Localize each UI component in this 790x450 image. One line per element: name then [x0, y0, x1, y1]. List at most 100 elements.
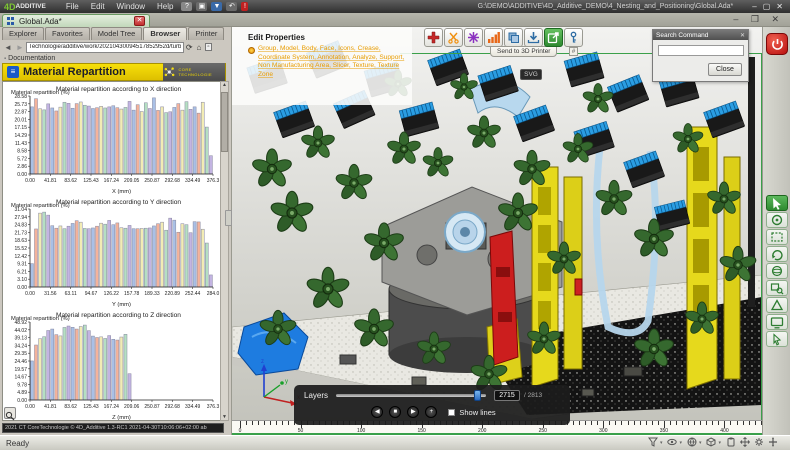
scroll-up-icon[interactable]: ▲: [221, 82, 228, 88]
save-icon[interactable]: ▼: [211, 2, 222, 11]
license-button[interactable]: [564, 28, 583, 47]
star-icon: [467, 31, 480, 44]
orbit-view-tool[interactable]: [766, 263, 788, 279]
screenshot-icon[interactable]: ▣: [196, 2, 207, 11]
zoom-window-tool-icon: [769, 281, 785, 296]
dropdown-caret-icon[interactable]: ▾: [679, 440, 682, 446]
svg-text:83.62: 83.62: [64, 404, 77, 410]
stop-button[interactable]: ■: [389, 406, 401, 418]
svg-text:125.43: 125.43: [83, 404, 99, 410]
dropdown-caret-icon[interactable]: ▾: [660, 440, 663, 446]
svg-toggle-button[interactable]: SVG: [520, 69, 542, 80]
undock-icon[interactable]: ▫: [205, 43, 211, 51]
ruler-label: 50: [298, 428, 304, 434]
show-lines-checkbox[interactable]: [448, 409, 455, 416]
svg-text:34.24: 34.24: [14, 343, 27, 349]
send-to-3d-printer-tab[interactable]: Send to 3D Printer: [490, 46, 557, 57]
panel-tab-browser[interactable]: Browser: [143, 27, 187, 40]
url-input[interactable]: [26, 42, 184, 53]
edit-link-line[interactable]: Group, Model, Body, Face, Icons, Crease,: [258, 45, 412, 54]
dropdown-caret-icon[interactable]: ▾: [718, 440, 721, 446]
dropdown-caret-icon[interactable]: ▾: [699, 440, 702, 446]
svg-text:17.15: 17.15: [14, 125, 27, 131]
zoom-window-tool[interactable]: [766, 280, 788, 296]
edit-link-line[interactable]: Non Manufacturing Area, Slicer, Texture,…: [258, 62, 412, 79]
documentation-link[interactable]: ▪Documentation: [4, 55, 55, 62]
maximize-button[interactable]: ▢: [763, 2, 771, 11]
pointer-options-tool[interactable]: [766, 331, 788, 347]
forward-icon[interactable]: ►: [16, 43, 24, 52]
panel-tab-printer[interactable]: Printer: [188, 27, 224, 40]
browser-scrollbar[interactable]: ▲ ▼: [220, 81, 229, 421]
zoom-page-button[interactable]: [4, 407, 16, 419]
viewport-3d[interactable]: Edit Properties Group, Model, Body, Face…: [232, 27, 762, 435]
panel-tab-explorer[interactable]: Explorer: [2, 27, 44, 40]
exit-power-button[interactable]: [766, 33, 788, 55]
visibility-icon[interactable]: [665, 437, 679, 449]
right-toolbar: [762, 27, 790, 435]
svg-text:44.02: 44.02: [14, 328, 27, 334]
refresh-icon[interactable]: ⟳: [186, 43, 193, 52]
panel-tab-favorites[interactable]: Favorites: [45, 27, 90, 40]
export-button[interactable]: [544, 28, 563, 47]
undo-icon[interactable]: ↶: [226, 2, 237, 11]
document-tab[interactable]: Global.Ada* ✕: [2, 14, 150, 27]
rotate-view-tool[interactable]: [766, 246, 788, 262]
scrollbar-thumb[interactable]: [221, 92, 228, 152]
download-button[interactable]: [524, 28, 543, 47]
search-close-button[interactable]: Close: [708, 63, 742, 76]
magnifier-icon: [5, 411, 15, 421]
move-icon[interactable]: [766, 437, 780, 449]
prev-layer-button[interactable]: ◀: [371, 406, 383, 418]
layers-slider-handle[interactable]: [474, 390, 481, 401]
pick-tool[interactable]: [766, 195, 788, 211]
show-lines-label: Show lines: [459, 408, 495, 417]
svg-text:3.10: 3.10: [17, 277, 27, 283]
svg-text:20.01: 20.01: [14, 117, 27, 123]
ruler-label: 200: [478, 428, 486, 434]
panel-title: Material Repartition: [23, 66, 126, 78]
cut-button[interactable]: [444, 28, 463, 47]
panel-tab-model-tree[interactable]: Model Tree: [91, 27, 143, 40]
menu-window[interactable]: Window: [117, 2, 145, 11]
menu-file[interactable]: File: [66, 2, 79, 11]
layers-value[interactable]: 2715: [494, 390, 520, 401]
svg-text:250.87: 250.87: [144, 404, 160, 410]
window-title: G:\DEMO\ADDITIVE\4D_Additive_DEMO\4_Nest…: [478, 3, 734, 10]
frame-select-tool[interactable]: [766, 229, 788, 245]
add-button[interactable]: [424, 28, 443, 47]
search-close-icon[interactable]: ✕: [740, 32, 745, 39]
filter-icon[interactable]: [646, 437, 660, 449]
menu-help[interactable]: Help: [157, 2, 173, 11]
view-mode-icon[interactable]: [685, 437, 699, 449]
search-command-input[interactable]: [658, 45, 744, 56]
pattern-button[interactable]: [464, 28, 483, 47]
printer-count-badge[interactable]: #: [569, 47, 578, 56]
edit-link-line[interactable]: Coordinate System, Annotation, Analyze, …: [258, 54, 412, 63]
close-button[interactable]: ✕: [776, 2, 783, 11]
menu-edit[interactable]: Edit: [91, 2, 105, 11]
copy-button[interactable]: [504, 28, 523, 47]
layers-slider[interactable]: [336, 394, 486, 397]
help-icon[interactable]: ?: [181, 2, 192, 11]
notification-icon[interactable]: !: [241, 2, 248, 11]
statistics-button[interactable]: [484, 28, 503, 47]
svg-text:31.04: 31.04: [14, 207, 27, 213]
perspective-tool[interactable]: [766, 297, 788, 313]
back-icon[interactable]: ◄: [4, 43, 12, 52]
fit-screen-tool[interactable]: [766, 314, 788, 330]
scroll-down-icon[interactable]: ▼: [221, 414, 228, 420]
rotation-center-tool[interactable]: [766, 212, 788, 228]
render-mode-icon[interactable]: [704, 437, 718, 449]
search-panel-titlebar[interactable]: Search Command ✕: [653, 30, 748, 40]
home-icon[interactable]: ⌂: [197, 43, 202, 52]
pan-icon[interactable]: [738, 437, 752, 449]
clipboard-icon[interactable]: [724, 437, 738, 449]
panel-splitter[interactable]: [225, 210, 232, 226]
step-button[interactable]: +: [425, 406, 437, 418]
minimize-button[interactable]: –: [752, 2, 756, 11]
child-window-controls[interactable]: – ❐ ✕: [733, 14, 784, 25]
tab-close-icon[interactable]: ✕: [134, 16, 145, 26]
play-button[interactable]: ▶: [407, 406, 419, 418]
settings-icon[interactable]: [752, 437, 766, 449]
